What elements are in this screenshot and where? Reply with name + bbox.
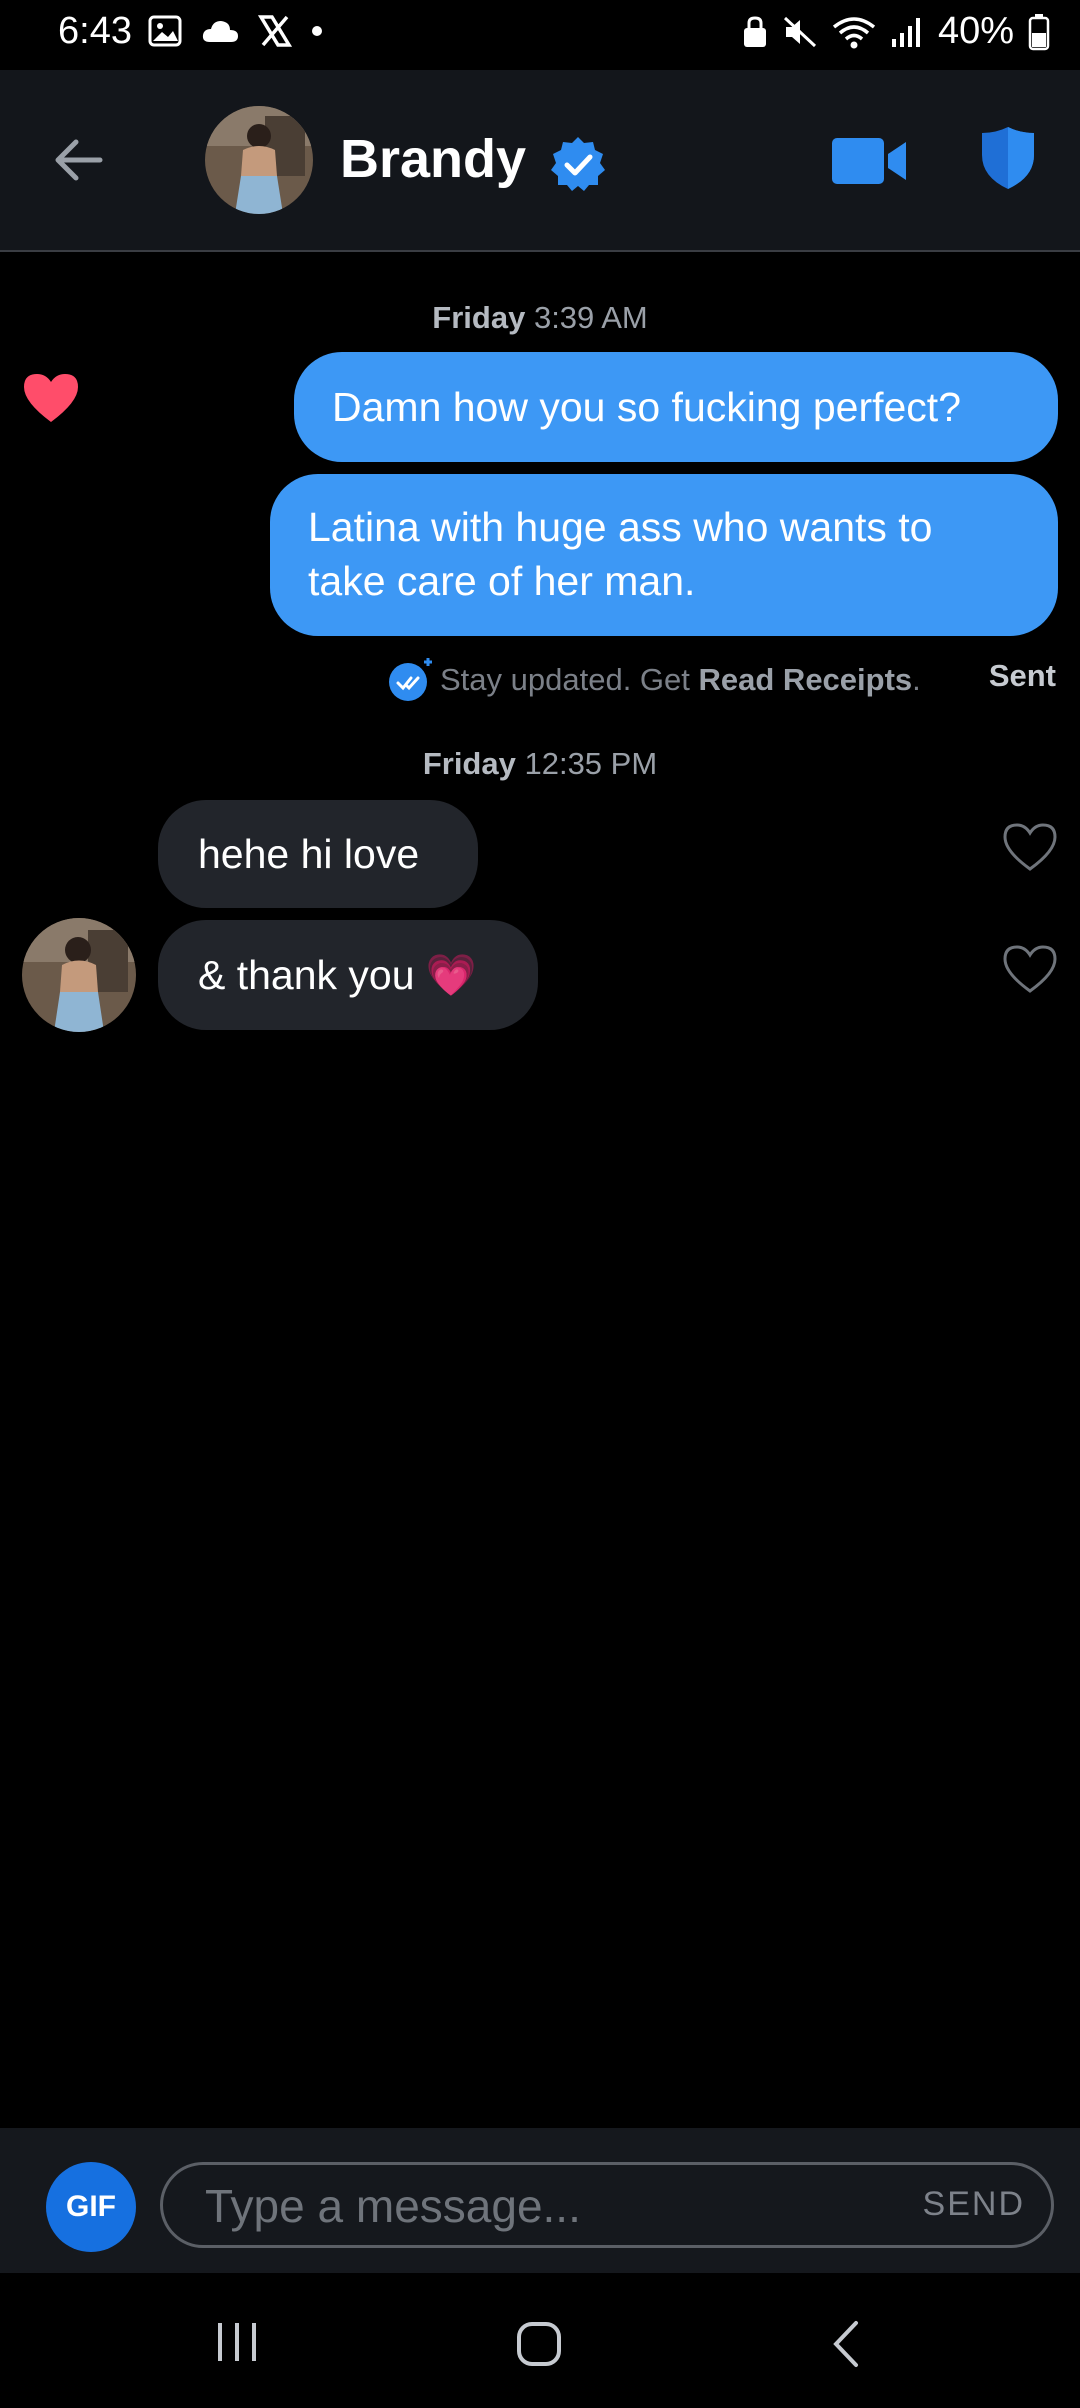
image-icon — [148, 15, 182, 47]
home-button[interactable] — [514, 2319, 564, 2374]
video-call-button[interactable] — [830, 136, 910, 186]
signal-icon — [891, 17, 920, 47]
incoming-message[interactable]: hehe hi love — [158, 800, 478, 908]
shield-icon — [982, 127, 1034, 189]
read-receipts-promo[interactable]: Stay updated. Get Read Receipts. — [388, 656, 921, 704]
mute-icon — [783, 16, 816, 47]
video-camera-icon — [832, 138, 906, 184]
contact-avatar[interactable] — [205, 106, 313, 214]
incoming-message[interactable]: & thank you 💗 — [158, 920, 538, 1030]
contact-name[interactable]: Brandy — [340, 128, 526, 190]
verified-badge-icon — [548, 134, 608, 194]
chat-header: Brandy — [0, 70, 1080, 252]
gif-button[interactable]: GIF — [46, 2162, 136, 2252]
double-check-icon — [389, 658, 432, 701]
avatar-photo — [205, 106, 313, 214]
system-nav-bar — [0, 2273, 1080, 2408]
lock-icon — [743, 15, 766, 47]
message-input[interactable] — [203, 2165, 807, 2247]
read-receipts-link[interactable]: Read Receipts — [699, 662, 913, 698]
status-bar: 6:43 40% — [0, 0, 1080, 70]
outgoing-message[interactable]: Damn how you so fucking perfect? — [294, 352, 1058, 462]
like-heart-icon[interactable] — [1002, 944, 1058, 994]
wifi-icon — [832, 16, 876, 48]
message-timestamp: Friday 12:35 PM — [422, 746, 658, 781]
message-input-wrapper[interactable]: SEND — [160, 2162, 1054, 2248]
avatar-photo — [22, 918, 136, 1032]
back-button[interactable] — [50, 130, 110, 190]
battery-icon — [1028, 13, 1050, 50]
x-logo-icon — [258, 15, 292, 47]
home-icon — [517, 2322, 561, 2366]
message-timestamp: Friday 3:39 AM — [432, 300, 648, 335]
dot-icon — [312, 26, 322, 36]
like-heart-icon[interactable] — [1002, 822, 1058, 872]
send-button[interactable]: SEND — [923, 2185, 1025, 2224]
outgoing-message[interactable]: Latina with huge ass who wants to take c… — [270, 474, 1058, 636]
message-composer: GIF SEND — [0, 2128, 1080, 2273]
cloud-icon — [202, 21, 238, 42]
back-nav-button[interactable] — [826, 2319, 866, 2374]
liked-heart-icon[interactable] — [22, 372, 80, 424]
chevron-left-icon — [833, 2321, 858, 2367]
contact-avatar-small[interactable] — [22, 918, 136, 1032]
recents-button[interactable] — [212, 2319, 262, 2370]
arrow-left-icon — [55, 139, 103, 181]
safety-button[interactable] — [980, 125, 1036, 191]
message-status: Sent — [988, 658, 1056, 693]
recents-icon — [218, 2323, 256, 2361]
status-time: 6:43 — [58, 10, 132, 52]
battery-percent: 40% — [937, 10, 1014, 52]
